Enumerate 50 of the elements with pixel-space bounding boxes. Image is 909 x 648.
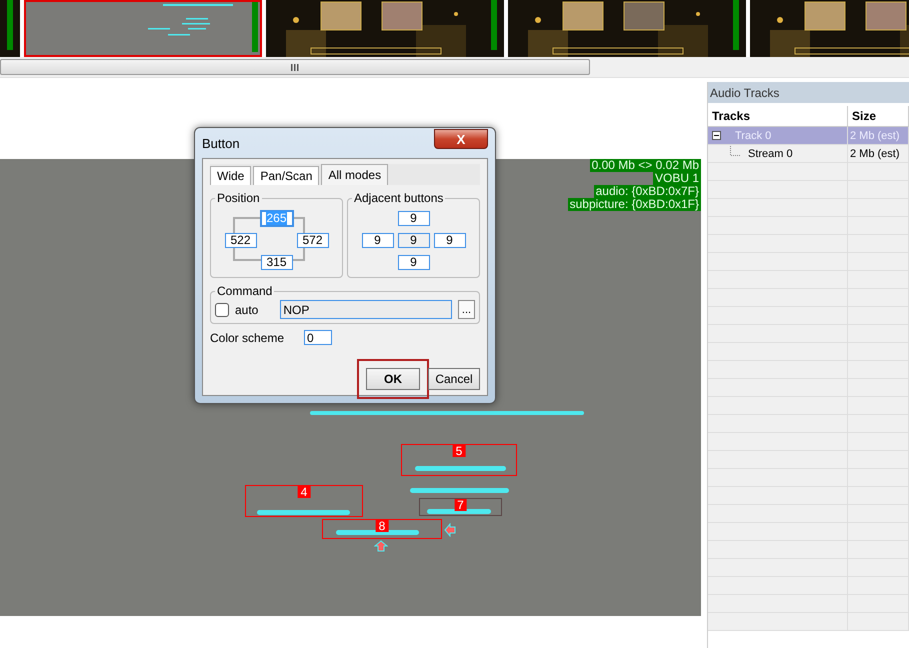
stream-info: VOBU 1 — [652, 172, 701, 185]
close-button[interactable]: X — [434, 129, 488, 149]
button-number: 7 — [454, 499, 467, 511]
auto-checkbox[interactable] — [215, 302, 229, 316]
stream-info: subpicture: {0xBD:0x1F} — [568, 198, 701, 211]
checkbox-label: auto — [235, 302, 258, 316]
size-cell: 2 Mb (est) — [848, 127, 909, 145]
left-field[interactable]: 522 — [224, 232, 256, 248]
right-field[interactable]: 572 — [296, 232, 328, 248]
button-region[interactable]: 7 — [419, 498, 502, 516]
command-field[interactable]: NOP — [280, 300, 452, 319]
group-title: Command — [216, 284, 274, 298]
color-scheme-field[interactable]: 0 — [304, 330, 332, 345]
highlight-line — [427, 509, 491, 514]
button-number: 4 — [298, 486, 310, 498]
cancel-button[interactable]: Cancel — [428, 368, 480, 390]
track-name: Stream 0 — [748, 148, 793, 160]
tree-row[interactable]: Stream 0 — [708, 145, 848, 163]
tab[interactable]: All modes — [321, 164, 388, 185]
scrollbar-thumb[interactable] — [0, 59, 590, 75]
size-cell: 2 Mb (est) — [848, 145, 909, 163]
tab[interactable]: Pan/Scan — [253, 166, 320, 185]
group-title: Position — [216, 191, 261, 205]
window-title: Button — [202, 136, 240, 150]
center-field: 9 — [398, 232, 430, 248]
menu-thumbnail[interactable] — [24, 0, 262, 57]
stream-info: 0.00 Mb <> 0.02 Mb — [590, 159, 701, 172]
button-region[interactable]: 4 — [245, 485, 363, 517]
stream-info: audio: {0xBD:0x7F} — [594, 185, 701, 198]
tab[interactable]: Wide — [210, 166, 252, 185]
panel-title: Audio Tracks — [708, 82, 909, 103]
button-number: 8 — [376, 520, 388, 532]
tree-line-icon — [730, 146, 740, 156]
field-label: Color scheme — [210, 330, 284, 344]
table-cell — [848, 613, 909, 631]
button-region[interactable]: 8 — [322, 519, 442, 539]
right-field[interactable]: 9 — [434, 232, 466, 248]
down-field[interactable]: 9 — [398, 254, 430, 270]
up-field[interactable]: 9 — [398, 210, 430, 226]
browse-button[interactable]: ... — [458, 300, 475, 319]
group-title: Adjacent buttons — [353, 191, 444, 205]
left-field[interactable]: 9 — [362, 232, 394, 248]
bottom-field[interactable]: 315 — [260, 254, 292, 270]
track-name: Track 0 — [735, 130, 772, 142]
ok-button[interactable]: OK — [366, 368, 420, 390]
button-region[interactable]: 5 — [401, 444, 517, 476]
grip-icon — [291, 64, 299, 70]
collapse-icon[interactable] — [712, 131, 721, 140]
left-arrow-icon — [444, 523, 456, 537]
button-number: 5 — [452, 445, 466, 457]
